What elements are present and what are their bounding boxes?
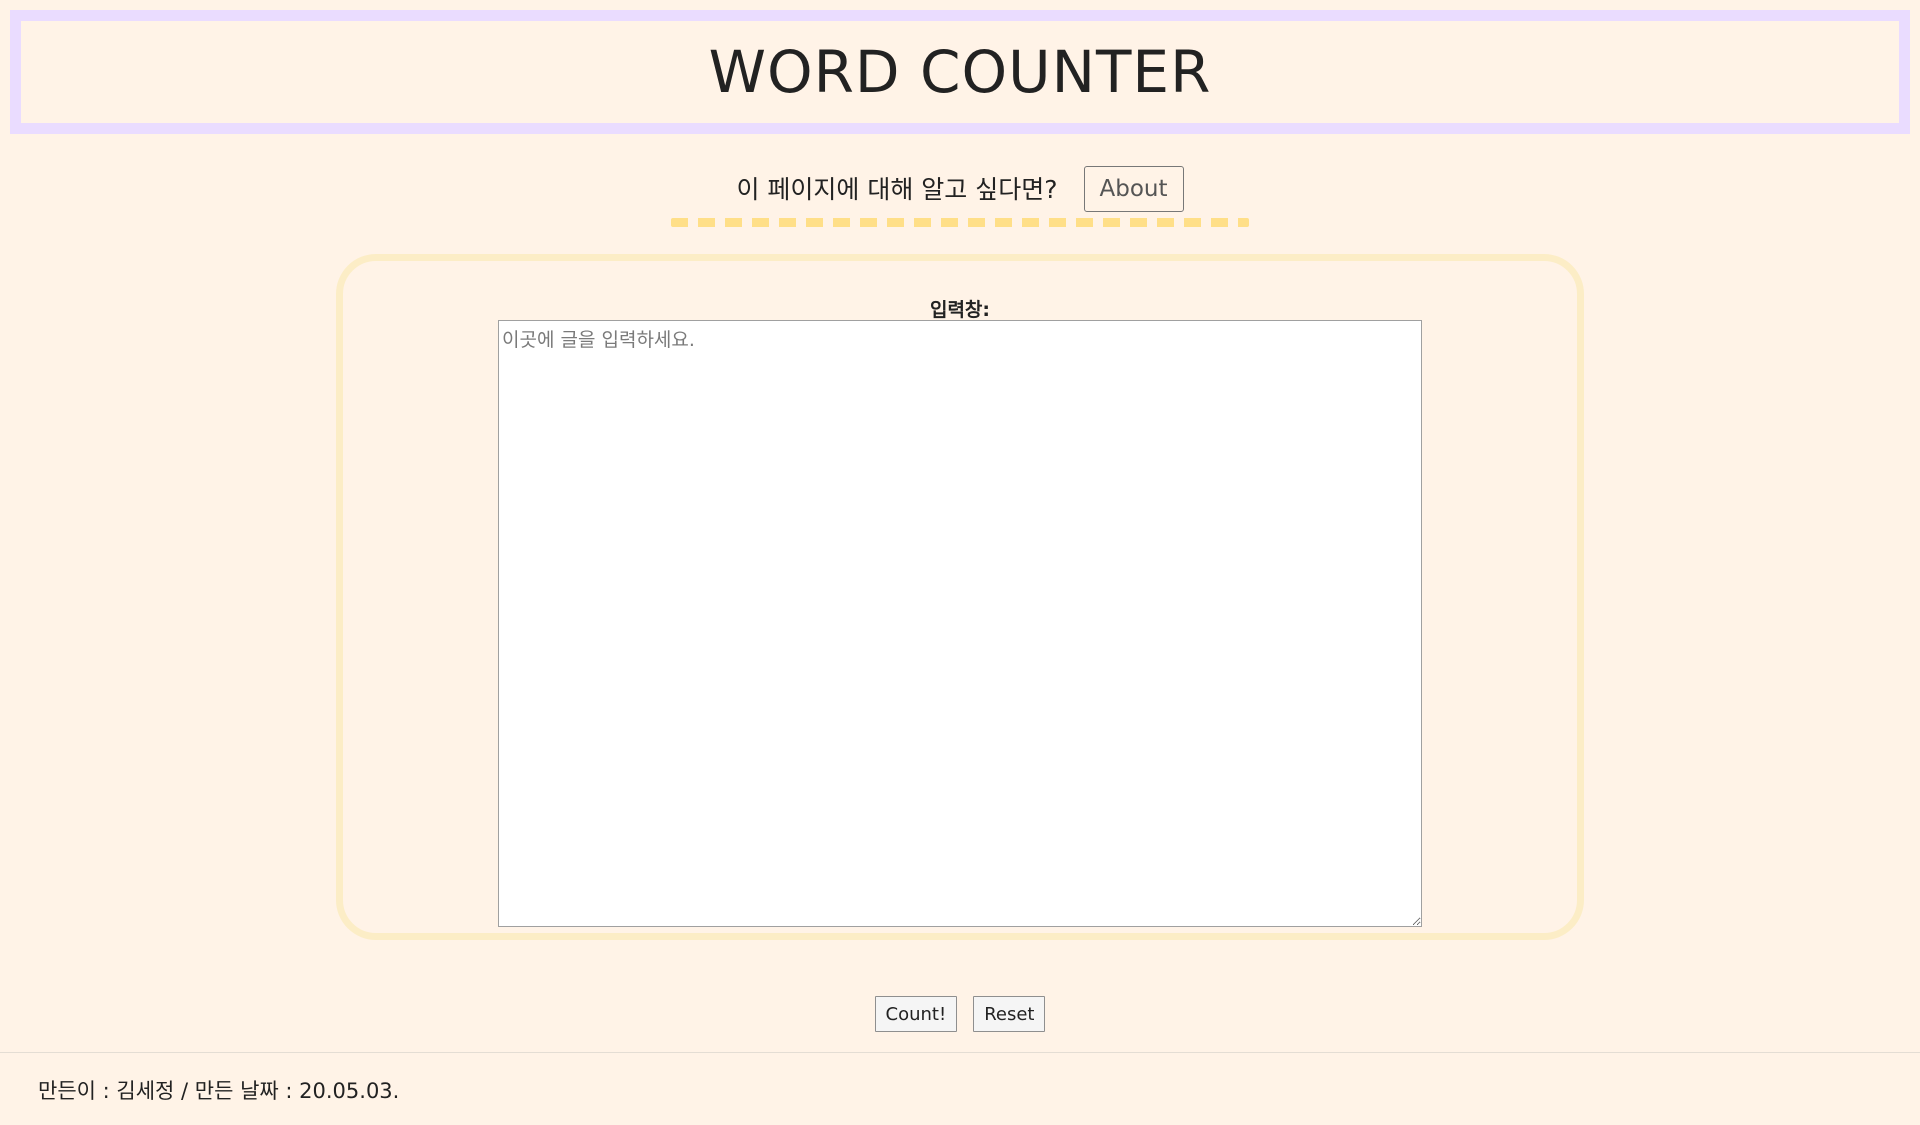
input-label: 입력창: xyxy=(929,299,991,321)
count-button[interactable]: Count! xyxy=(874,996,958,1032)
header: WORD COUNTER xyxy=(10,10,1910,134)
action-buttons: Count! Reset xyxy=(0,996,1920,1032)
about-prompt: 이 페이지에 대해 알고 싶다면? xyxy=(736,174,1058,204)
page-title: WORD COUNTER xyxy=(708,38,1212,106)
textarea-wrapper xyxy=(498,320,1422,927)
page: WORD COUNTER 이 페이지에 대해 알고 싶다면? About 입력창… xyxy=(0,0,1920,1125)
text-input[interactable] xyxy=(498,320,1422,927)
footer: 만든이 : 김세정 / 만든 날짜 : 20.05.03. xyxy=(38,1075,399,1105)
reset-button[interactable]: Reset xyxy=(973,996,1046,1032)
footer-credit: 만든이 : 김세정 / 만든 날짜 : 20.05.03. xyxy=(38,1079,400,1103)
dashed-divider xyxy=(671,218,1249,227)
about-row: 이 페이지에 대해 알고 싶다면? About xyxy=(0,165,1920,213)
about-button[interactable]: About xyxy=(1083,166,1184,212)
footer-divider xyxy=(0,1052,1920,1053)
input-panel: 입력창: xyxy=(336,254,1584,940)
